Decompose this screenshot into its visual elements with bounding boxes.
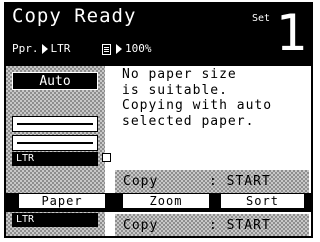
message-line: is suitable. (122, 82, 228, 98)
message-line: No paper size (122, 67, 237, 82)
tray-label: LTR (16, 153, 35, 164)
message-line: Copying with auto (122, 98, 273, 113)
paper-prefix: Ppr. (12, 42, 39, 55)
message-line: selected paper. (122, 113, 255, 129)
zoom-value: 100% (125, 42, 152, 55)
paper-info: Ppr. LTR (12, 42, 70, 55)
paper-tray-1[interactable] (12, 116, 98, 132)
tab-bar: Paper Zoom Sort (6, 193, 311, 209)
copy-status-row: Copy : START (115, 214, 309, 236)
set-label: Set (252, 13, 271, 24)
tab-paper[interactable]: Paper (16, 194, 108, 208)
paper-tray-3[interactable]: LTR (12, 213, 98, 227)
tab-sort[interactable]: Sort (218, 194, 307, 208)
copy-label: Copy (123, 218, 159, 233)
message-area: No paper size is suitable. Copying with … (122, 67, 308, 129)
paper-tray-3[interactable]: LTR (12, 152, 98, 166)
paper-size: LTR (50, 42, 71, 55)
bypass-tray-icon (102, 153, 111, 162)
auto-paper-button[interactable]: Auto (12, 72, 98, 90)
document-icon (102, 43, 111, 55)
tray-label: LTR (16, 214, 35, 225)
copier-display: Copy Ready Set 1 Ppr. LTR 100% Auto LTR N… (4, 2, 313, 238)
status-header: Copy Ready Set 1 Ppr. LTR 100% (6, 4, 311, 66)
divider (6, 209, 311, 212)
copy-count: 1 (276, 4, 308, 62)
zoom-info: 100% (102, 42, 152, 55)
copy-value: : START (209, 174, 271, 189)
tab-zoom[interactable]: Zoom (120, 194, 212, 208)
arrow-right-icon (41, 44, 48, 54)
arrow-right-icon (116, 44, 122, 54)
copy-status-row: Copy : START (115, 170, 309, 194)
copy-label: Copy (123, 174, 159, 189)
copy-value: : START (209, 218, 271, 233)
paper-tray-2[interactable] (12, 135, 98, 151)
status-title: Copy Ready (12, 5, 137, 27)
